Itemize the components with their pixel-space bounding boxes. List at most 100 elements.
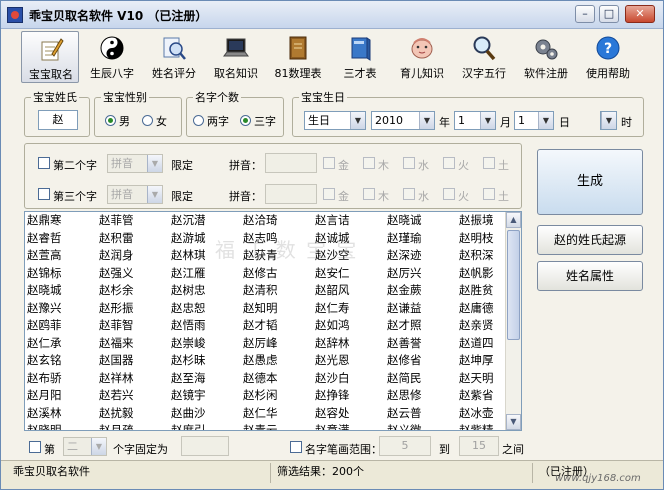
maximize-button[interactable]: □ [599,5,619,23]
list-item[interactable]: 赵意满 [315,422,387,430]
list-item[interactable]: 赵晓城 [27,282,99,300]
stroke-from-input[interactable]: 5 [379,436,431,456]
tool-81-numerology[interactable]: 81数理表 [269,31,327,83]
list-item[interactable]: 赵谦益 [387,300,459,318]
list-item[interactable]: 赵光恩 [315,352,387,370]
list-item[interactable]: 赵江雁 [171,265,243,283]
third-fire-checkbox[interactable] [443,188,455,200]
list-item[interactable]: 赵睿哲 [27,230,99,248]
birth-year-select[interactable]: 2010 ▼ [371,111,435,130]
tool-birth-bazi[interactable]: 生辰八字 [83,31,141,83]
list-item[interactable]: 赵义徽 [387,422,459,430]
list-item[interactable]: 赵厉峰 [243,335,315,353]
list-item[interactable]: 赵菲管 [99,212,171,230]
list-item[interactable]: 赵才韬 [243,317,315,335]
third-char-checkbox[interactable] [38,188,50,200]
list-item[interactable]: 赵简民 [387,370,459,388]
list-item[interactable]: 赵国器 [99,352,171,370]
list-item[interactable]: 赵仁华 [243,405,315,423]
list-item[interactable]: 赵深迹 [387,247,459,265]
list-item[interactable]: 赵强义 [99,265,171,283]
list-item[interactable]: 赵忠恕 [171,300,243,318]
second-char-checkbox[interactable] [38,157,50,169]
two-char-radio[interactable] [193,115,204,126]
list-item[interactable]: 赵积雷 [99,230,171,248]
list-item[interactable]: 赵至海 [171,370,243,388]
list-item[interactable]: 赵布骄 [27,370,99,388]
second-char-mode-select[interactable]: 拼音 ▼ [107,154,163,173]
gender-male-radio[interactable] [105,115,116,126]
list-item[interactable]: 赵才照 [387,317,459,335]
list-item[interactable]: 赵曲沙 [171,405,243,423]
birth-month-select[interactable]: 1 ▼ [454,111,496,130]
surname-origin-button[interactable]: 赵的姓氏起源 [537,225,643,255]
gender-female-radio[interactable] [142,115,153,126]
list-item[interactable]: 赵沉潜 [171,212,243,230]
tool-naming-knowledge[interactable]: 取名知识 [207,31,265,83]
list-item[interactable]: 赵崇峻 [171,335,243,353]
list-item[interactable]: 赵言诘 [315,212,387,230]
scroll-up-icon[interactable]: ▲ [506,212,521,228]
tool-help[interactable]: ? 使用帮助 [579,31,637,83]
list-item[interactable]: 赵若兴 [99,387,171,405]
list-item[interactable]: 赵杉昧 [171,352,243,370]
list-scrollbar[interactable]: ▲ ▼ [505,212,521,430]
list-item[interactable]: 赵金蕨 [387,282,459,300]
list-item[interactable]: 赵润身 [99,247,171,265]
list-item[interactable]: 赵沙白 [315,370,387,388]
stroke-to-input[interactable]: 15 [459,436,499,456]
list-item[interactable]: 赵洽琦 [243,212,315,230]
list-item[interactable]: 赵青云 [243,422,315,430]
list-item[interactable]: 赵清积 [243,282,315,300]
list-item[interactable]: 赵树忠 [171,282,243,300]
list-item[interactable]: 赵福来 [99,335,171,353]
list-item[interactable]: 赵知明 [243,300,315,318]
list-item[interactable]: 赵玄铭 [27,352,99,370]
third-metal-checkbox[interactable] [323,188,335,200]
birth-hour-select[interactable]: 1▼ [600,111,617,130]
list-item[interactable]: 赵辞林 [315,335,387,353]
name-attributes-button[interactable]: 姓名属性 [537,261,643,291]
list-item[interactable]: 赵愚虑 [243,352,315,370]
tool-baby-naming[interactable]: 宝宝取名 [21,31,79,83]
birth-day-select[interactable]: 1 ▼ [514,111,554,130]
list-item[interactable]: 赵月阳 [27,387,99,405]
tool-char-five-elements[interactable]: 汉字五行 [455,31,513,83]
third-earth-checkbox[interactable] [483,188,495,200]
list-item[interactable]: 赵菲智 [99,317,171,335]
list-item[interactable]: 赵修古 [243,265,315,283]
tool-sancai-table[interactable]: 三才表 [331,31,389,83]
list-item[interactable]: 赵席引 [171,422,243,430]
second-metal-checkbox[interactable] [323,157,335,169]
list-item[interactable]: 赵晓明 [27,422,99,430]
list-item[interactable]: 赵云普 [387,405,459,423]
list-item[interactable]: 赵杉闲 [243,387,315,405]
list-item[interactable]: 赵锦标 [27,265,99,283]
list-item[interactable]: 赵挣锋 [315,387,387,405]
list-item[interactable]: 赵容处 [315,405,387,423]
fixed-char-input[interactable] [181,436,229,456]
list-item[interactable]: 赵仁承 [27,335,99,353]
three-char-radio[interactable] [240,115,251,126]
third-water-checkbox[interactable] [403,188,415,200]
close-button[interactable]: ✕ [625,5,655,23]
list-item[interactable]: 赵悟雨 [171,317,243,335]
title-bar[interactable]: 乖宝贝取名软件 V10 （已注册） – □ ✕ [1,1,663,29]
list-item[interactable]: 赵鼎寒 [27,212,99,230]
tool-parenting-knowledge[interactable]: 育儿知识 [393,31,451,83]
list-item[interactable]: 赵韶风 [315,282,387,300]
list-item[interactable]: 赵鸥菲 [27,317,99,335]
fixed-nth-select[interactable]: 二 ▼ [63,437,107,456]
scroll-thumb[interactable] [507,230,520,340]
third-char-pinyin-input[interactable] [265,184,317,204]
tool-name-score[interactable]: 姓名评分 [145,31,203,83]
scroll-down-icon[interactable]: ▼ [506,414,521,430]
list-item[interactable]: 赵祥林 [99,370,171,388]
list-item[interactable]: 赵德本 [243,370,315,388]
second-wood-checkbox[interactable] [363,157,375,169]
list-item[interactable]: 赵仁寿 [315,300,387,318]
second-fire-checkbox[interactable] [443,157,455,169]
list-item[interactable]: 赵安仁 [315,265,387,283]
tool-register[interactable]: 软件注册 [517,31,575,83]
second-water-checkbox[interactable] [403,157,415,169]
